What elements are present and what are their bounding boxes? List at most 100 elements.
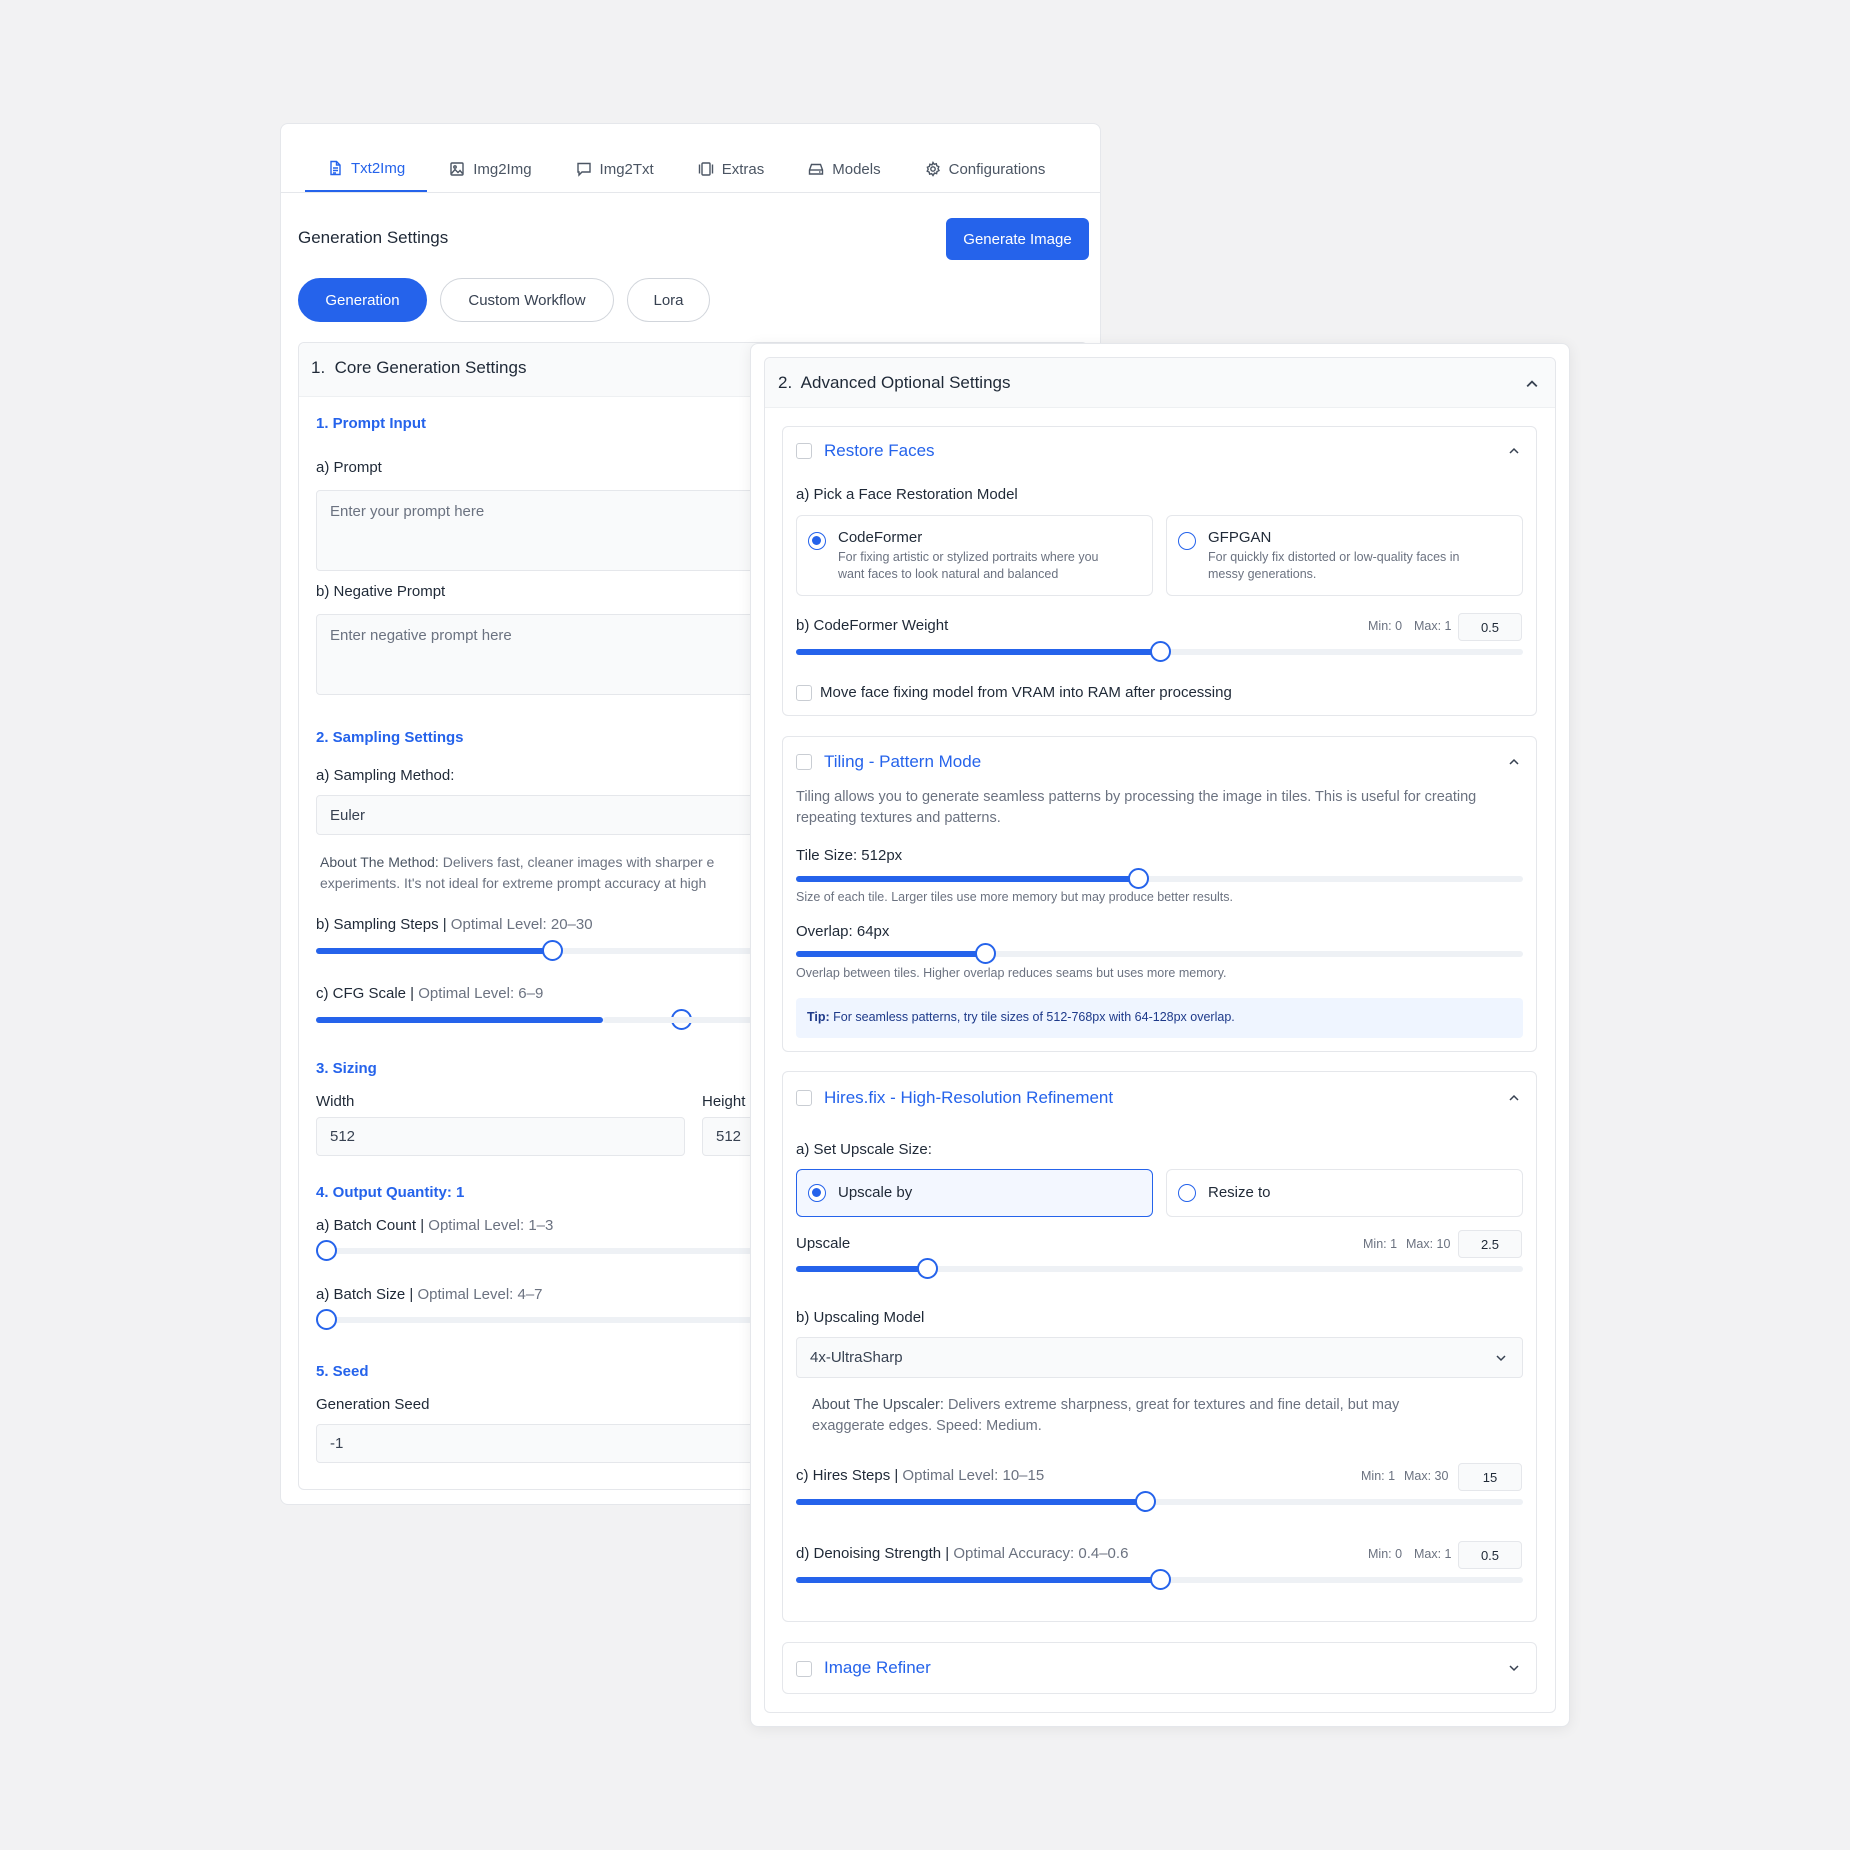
codeformer-weight-label: b) CodeFormer Weight (796, 617, 949, 634)
codeformer-desc-1: For fixing artistic or stylized portrait… (838, 550, 1099, 564)
tab-models[interactable]: Models (786, 146, 902, 192)
chevron-up-icon[interactable] (1509, 446, 1519, 456)
drive-icon (809, 163, 824, 175)
tiling-tip: Tip: For seamless patterns, try tile siz… (796, 998, 1523, 1038)
frames-icon (698, 162, 713, 176)
tiling-checkbox[interactable] (796, 754, 812, 770)
tiling-desc-2: repeating textures and patterns. (796, 810, 1001, 826)
batch-count-hint: Optimal Level: 1–3 (424, 1217, 554, 1234)
upscaling-model-value: 4x-UltraSharp (810, 1349, 903, 1366)
hires-steps-slider[interactable] (796, 1491, 1523, 1512)
resize-to-radio[interactable] (1178, 1184, 1196, 1202)
denoise-text: d) Denoising Strength | (796, 1545, 950, 1562)
image-refiner-title[interactable]: Image Refiner (824, 1658, 931, 1678)
upscale-value-input[interactable]: 2.5 (1458, 1230, 1522, 1258)
tab-label: Img2Txt (599, 160, 654, 178)
upscaler-about-prefix: About The Upscaler: (812, 1397, 944, 1413)
tab-txt2img[interactable]: Txt2Img (305, 146, 428, 192)
chevron-down-icon[interactable] (1509, 1663, 1519, 1673)
weight-value-input[interactable]: 0.5 (1458, 613, 1522, 641)
slider-handle[interactable] (1149, 641, 1171, 662)
tip-text: For seamless patterns, try tile sizes of… (829, 1010, 1235, 1024)
hires-steps-max: Max: 30 (1404, 1469, 1449, 1483)
slider-handle[interactable] (541, 940, 563, 961)
gfpgan-desc-2: messy generations. (1208, 567, 1317, 581)
tab-img2img[interactable]: Img2Img (427, 146, 553, 192)
chevron-up-icon[interactable] (1509, 1093, 1519, 1103)
tile-size-slider[interactable] (796, 868, 1523, 889)
sampling-section-title: 2. Sampling Settings (316, 729, 464, 746)
face-model-label: a) Pick a Face Restoration Model (796, 486, 1018, 503)
tile-size-label: Tile Size: 512px (796, 847, 903, 864)
advanced-section-title: 2. Advanced Optional Settings (778, 373, 1011, 392)
slider-handle[interactable] (1149, 1569, 1171, 1590)
document-icon (330, 160, 341, 176)
cfg-scale-label: c) CFG Scale | Optimal Level: 6–9 (316, 985, 543, 1002)
chevron-up-icon[interactable] (1509, 757, 1519, 767)
gfpgan-radio[interactable] (1178, 532, 1196, 550)
hires-checkbox[interactable] (796, 1090, 812, 1106)
tiling-description: Tiling allows you to generate seamless p… (796, 787, 1476, 829)
batch-size-hint: Optimal Level: 4–7 (413, 1286, 543, 1303)
hires-steps-min: Min: 1 (1361, 1469, 1396, 1483)
upscaler-about-line-2: exaggerate edges. Speed: Medium. (812, 1418, 1042, 1434)
chevron-down-icon[interactable] (1496, 1353, 1506, 1363)
chevron-up-icon[interactable] (1526, 378, 1538, 390)
codeformer-weight-slider[interactable] (796, 641, 1523, 662)
tiling-title[interactable]: Tiling - Pattern Mode (824, 752, 981, 772)
slider-handle[interactable] (1134, 1491, 1156, 1512)
page-title: Generation Settings (298, 228, 449, 247)
image-refiner-checkbox[interactable] (796, 1661, 812, 1677)
overlap-help: Overlap between tiles. Higher overlap re… (796, 966, 1227, 980)
steps-hint: Optimal Level: 20–30 (446, 916, 593, 933)
generate-image-button[interactable]: Generate Image (946, 218, 1089, 260)
hires-steps-input[interactable]: 15 (1458, 1463, 1522, 1491)
hires-title[interactable]: Hires.fix - High-Resolution Refinement (824, 1088, 1113, 1108)
width-input[interactable]: 512 (316, 1117, 685, 1156)
main-tabs: Txt2Img Img2Img Img2Txt Extras Models Co… (305, 146, 1067, 192)
subtab-custom-workflow[interactable]: Custom Workflow (440, 278, 614, 322)
denoise-slider[interactable] (796, 1569, 1523, 1590)
tab-label: Models (832, 160, 881, 178)
denoise-input[interactable]: 0.5 (1458, 1541, 1522, 1569)
slider-handle[interactable] (316, 1240, 337, 1261)
codeformer-radio[interactable] (808, 532, 826, 550)
upscale-by-radio[interactable] (808, 1184, 826, 1202)
slider-handle[interactable] (975, 943, 997, 964)
denoise-hint: Optimal Accuracy: 0.4–0.6 (949, 1545, 1129, 1562)
about-line-1: Delivers fast, cleaner images with sharp… (438, 854, 715, 870)
upscale-slider[interactable] (796, 1258, 1523, 1279)
denoise-label: d) Denoising Strength | Optimal Accuracy… (796, 1545, 1128, 1562)
subtab-generation[interactable]: Generation (298, 278, 427, 322)
tab-img2txt[interactable]: Img2Txt (554, 146, 676, 192)
sizing-section-title: 3. Sizing (316, 1060, 377, 1077)
slider-handle[interactable] (916, 1258, 938, 1279)
hires-steps-label: c) Hires Steps | Optimal Level: 10–15 (796, 1467, 1044, 1484)
batch-count-label: a) Batch Count | Optimal Level: 1–3 (316, 1217, 553, 1234)
upscaler-about: About The Upscaler: Delivers extreme sha… (812, 1395, 1399, 1437)
height-label: Height (702, 1093, 746, 1110)
upscale-label: Upscale (796, 1235, 851, 1252)
tiling-desc-1: Tiling allows you to generate seamless p… (796, 789, 1477, 805)
prompt-section-title: 1. Prompt Input (316, 415, 426, 432)
batch-size-label: a) Batch Size | Optimal Level: 4–7 (316, 1286, 543, 1303)
slider-handle[interactable] (316, 1309, 337, 1330)
seed-section-title: 5. Seed (316, 1363, 369, 1380)
about-line-2: experiments. It's not ideal for extreme … (320, 875, 707, 891)
upscaling-model-select[interactable]: 4x-UltraSharp (796, 1337, 1523, 1378)
core-section-title: 1. Core Generation Settings (311, 358, 527, 377)
chat-icon (576, 162, 591, 177)
move-vram-checkbox[interactable] (796, 685, 812, 701)
gear-icon (925, 161, 940, 177)
slider-handle[interactable] (1127, 868, 1149, 889)
upscale-max: Max: 10 (1406, 1237, 1451, 1251)
tab-label: Txt2Img (351, 159, 406, 177)
tab-configurations[interactable]: Configurations (903, 146, 1068, 192)
subtab-lora[interactable]: Lora (627, 278, 710, 322)
slider-fill (796, 1577, 1160, 1583)
restore-faces-checkbox[interactable] (796, 443, 812, 459)
tab-extras[interactable]: Extras (676, 146, 787, 192)
restore-faces-title[interactable]: Restore Faces (824, 441, 935, 461)
cfg-scale-slider[interactable] (316, 1009, 692, 1030)
overlap-slider[interactable] (796, 943, 1523, 964)
